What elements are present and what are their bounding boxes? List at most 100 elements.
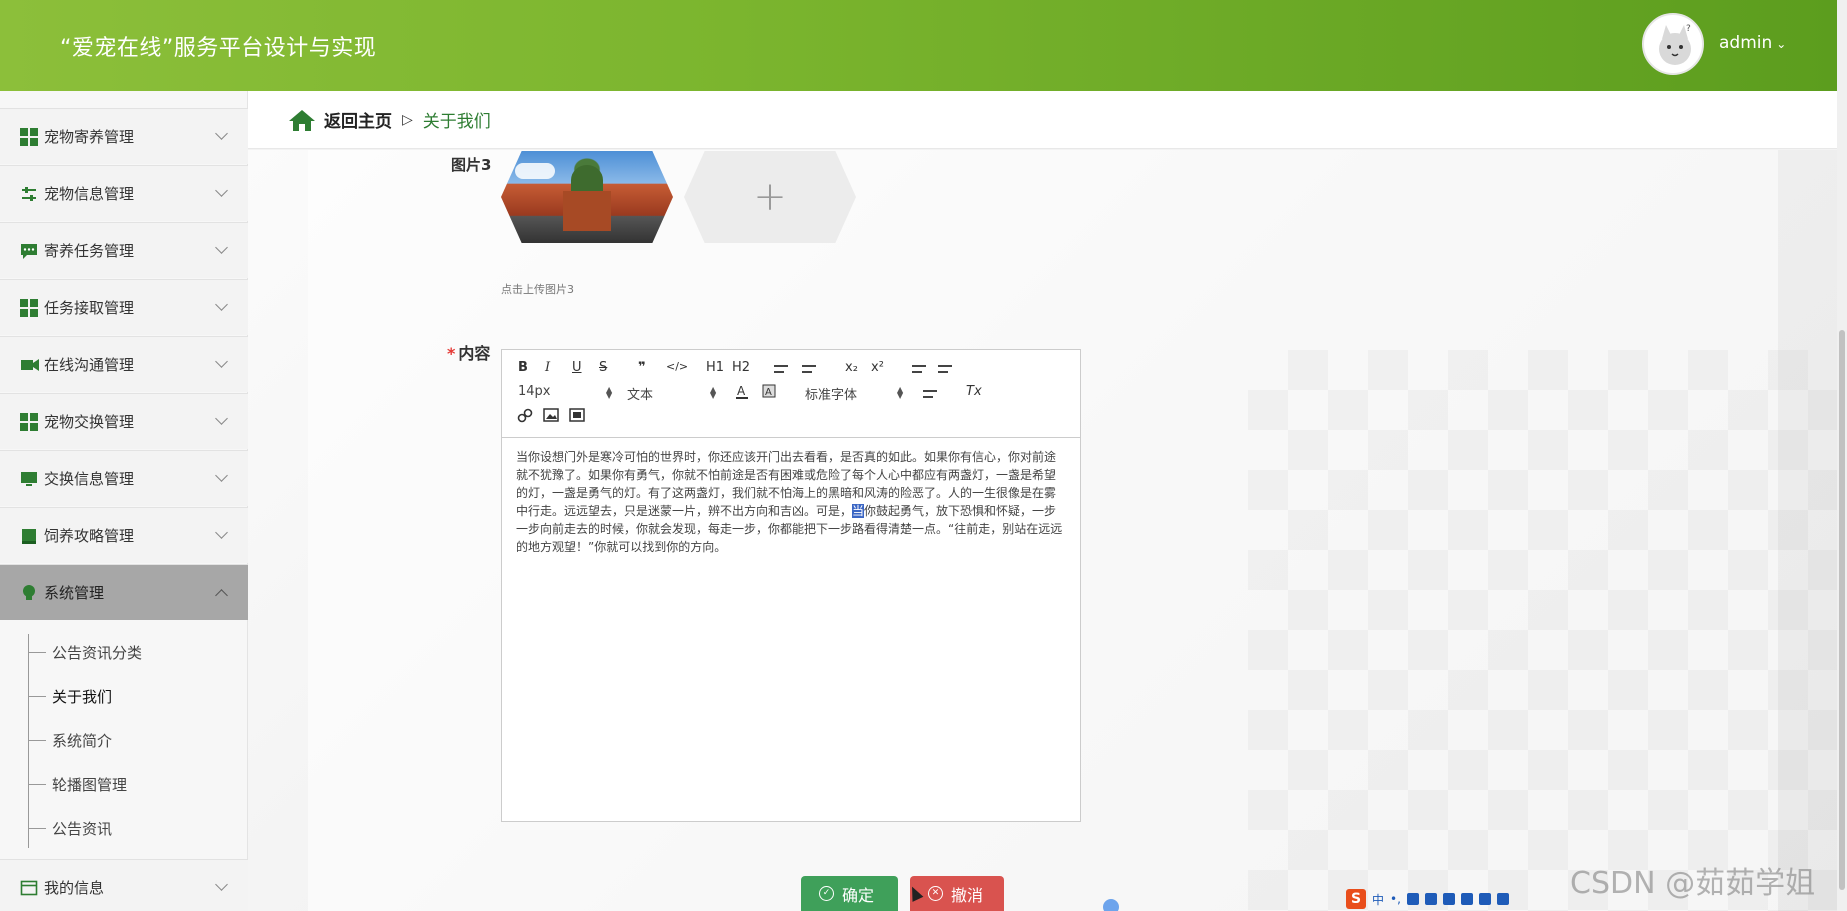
sogou-ime-icon[interactable]: S — [1346, 889, 1366, 909]
sidebar-item-pet-info[interactable]: 宠物信息管理 — [0, 165, 248, 221]
font-size-value: 14px — [518, 384, 551, 399]
breadcrumb-current: 关于我们 — [422, 112, 491, 132]
bullet-list-icon[interactable] — [802, 363, 816, 375]
top-header: “爱宠在线”服务平台设计与实现 ? admin ⌄ — [0, 0, 1837, 91]
settings-icon[interactable] — [1496, 893, 1509, 905]
chevron-down-icon — [215, 184, 228, 197]
keyboard-icon[interactable] — [1424, 893, 1437, 905]
photo-cloud — [515, 163, 555, 179]
italic-button[interactable]: I — [545, 360, 550, 375]
sidebar-item-feeding-guides[interactable]: 饲养攻略管理 — [0, 507, 248, 563]
cancel-button[interactable]: ✕ 撤消 — [910, 876, 1004, 911]
h2-button[interactable]: H2 — [732, 360, 750, 375]
link-icon[interactable] — [517, 408, 533, 428]
sidebar-item-my-info[interactable]: 我的信息 — [0, 859, 248, 911]
submenu-item-notices[interactable]: 公告资讯 — [28, 818, 112, 839]
align-icon[interactable] — [923, 388, 937, 400]
skin-icon[interactable] — [1442, 893, 1455, 905]
clear-format-button[interactable]: Tx — [966, 384, 982, 399]
sidebar: 宠物寄养管理 宠物信息管理 寄养任务管理 任务接取管理 在线沟通管理 宠物交换管… — [0, 91, 248, 911]
ordered-list-icon[interactable] — [774, 363, 788, 375]
confirm-button[interactable]: ✓ 确定 — [801, 876, 898, 911]
submenu-item-about-us[interactable]: 关于我们 — [28, 686, 112, 707]
book-icon — [20, 527, 38, 545]
select-arrows-icon: ▲ ▼ — [710, 385, 717, 400]
sidebar-item-pet-exchange[interactable]: 宠物交换管理 — [0, 393, 248, 449]
block-type-select[interactable]: 文本 ▲ ▼ — [627, 384, 717, 404]
video-icon — [20, 356, 39, 374]
sidebar-item-label: 宠物交换管理 — [44, 413, 135, 431]
code-button[interactable]: </> — [666, 360, 688, 373]
grid-icon — [20, 127, 38, 146]
ime-mode[interactable]: 中 — [1372, 891, 1384, 908]
svg-text:A: A — [737, 384, 746, 398]
sidebar-item-boarding-tasks[interactable]: 寄养任务管理 — [0, 222, 248, 278]
mic-icon[interactable] — [1406, 893, 1419, 905]
sidebar-item-system[interactable]: 系统管理 — [0, 564, 248, 620]
ime-punct[interactable]: •, — [1390, 892, 1401, 906]
check-circle-icon: ✓ — [819, 886, 834, 901]
apps-icon[interactable] — [1478, 893, 1491, 905]
quote-button[interactable]: ❞ — [638, 360, 646, 375]
robot-icon[interactable] — [1460, 893, 1473, 905]
editor-content[interactable]: 当你设想门外是寒冷可怕的世界时，你还应该开门出去看看，是否真的如此。如果你有信心… — [502, 438, 1080, 566]
font-family-value: 标准字体 — [805, 388, 858, 403]
breadcrumb-home[interactable]: 返回主页 — [324, 107, 392, 132]
svg-text:?: ? — [1686, 24, 1691, 34]
upload-picture3-button[interactable]: + — [684, 151, 856, 243]
font-color-icon[interactable]: A — [735, 384, 749, 404]
rich-text-editor[interactable]: B I U S ❞ </> H1 H2 x₂ x² 14px ▲ ▼ 文本 ▲ ▼ … — [501, 349, 1081, 822]
page-scrollbar[interactable] — [1837, 0, 1847, 911]
bold-button[interactable]: B — [518, 360, 528, 375]
chevron-down-icon — [215, 526, 228, 539]
indent-icon[interactable] — [938, 363, 952, 375]
select-arrows-icon: ▲ ▼ — [606, 385, 613, 400]
required-mark: * — [447, 344, 456, 363]
image-icon[interactable] — [543, 408, 559, 426]
monitor-icon — [20, 470, 38, 488]
sidebar-item-label: 系统管理 — [44, 584, 105, 602]
photo-tower — [563, 191, 611, 231]
breadcrumb: 返回主页 ▷ 关于我们 — [248, 91, 1837, 149]
select-arrows-icon: ▲ ▼ — [897, 385, 904, 400]
sidebar-item-online-chat[interactable]: 在线沟通管理 — [0, 336, 248, 392]
sidebar-item-label: 我的信息 — [44, 879, 105, 897]
svg-text:A: A — [765, 387, 772, 398]
app-title: “爱宠在线”服务平台设计与实现 — [60, 36, 377, 61]
uploaded-image-3[interactable] — [501, 151, 673, 243]
background-pattern — [1248, 350, 1837, 911]
content-label-text: 内容 — [458, 344, 491, 363]
video-embed-icon[interactable] — [569, 408, 585, 426]
username: admin — [1719, 33, 1773, 53]
outdent-icon[interactable] — [912, 363, 926, 375]
subscript-button[interactable]: x₂ — [845, 360, 858, 375]
strike-button[interactable]: S — [599, 360, 607, 375]
home-icon[interactable] — [288, 108, 316, 132]
sidebar-item-label: 饲养攻略管理 — [44, 527, 135, 545]
sidebar-item-label: 任务接取管理 — [44, 299, 135, 317]
sidebar-item-pet-boarding[interactable]: 宠物寄养管理 — [0, 108, 248, 164]
chevron-down-icon — [215, 469, 228, 482]
background-color-icon[interactable]: A — [762, 384, 776, 404]
superscript-button[interactable]: x² — [871, 360, 884, 375]
submenu-item-system-intro[interactable]: 系统简介 — [28, 730, 112, 751]
underline-button[interactable]: U — [572, 360, 582, 375]
content-label: * 内容 — [447, 340, 490, 364]
chevron-down-icon — [215, 127, 228, 140]
sidebar-item-exchange-info[interactable]: 交换信息管理 — [0, 450, 248, 506]
sidebar-item-label: 寄养任务管理 — [44, 242, 135, 260]
floating-assistant-icon[interactable] — [1103, 899, 1119, 911]
sidebar-item-task-claims[interactable]: 任务接取管理 — [0, 279, 248, 335]
font-family-select[interactable]: 标准字体 ▲ ▼ — [805, 384, 905, 404]
user-menu[interactable]: admin ⌄ — [1719, 33, 1786, 53]
ime-toolbar[interactable]: S 中 •, — [1346, 888, 1566, 910]
submenu-item-carousel[interactable]: 轮播图管理 — [28, 774, 127, 795]
avatar[interactable]: ? — [1642, 13, 1704, 75]
plus-icon: + — [753, 174, 787, 220]
cat-avatar-icon: ? — [1659, 24, 1691, 65]
h1-button[interactable]: H1 — [706, 360, 724, 375]
font-size-select[interactable]: 14px ▲ ▼ — [518, 384, 612, 400]
submenu-item-notice-category[interactable]: 公告资讯分类 — [28, 642, 142, 663]
chat-icon — [20, 242, 38, 260]
scrollbar-thumb[interactable] — [1839, 330, 1845, 890]
